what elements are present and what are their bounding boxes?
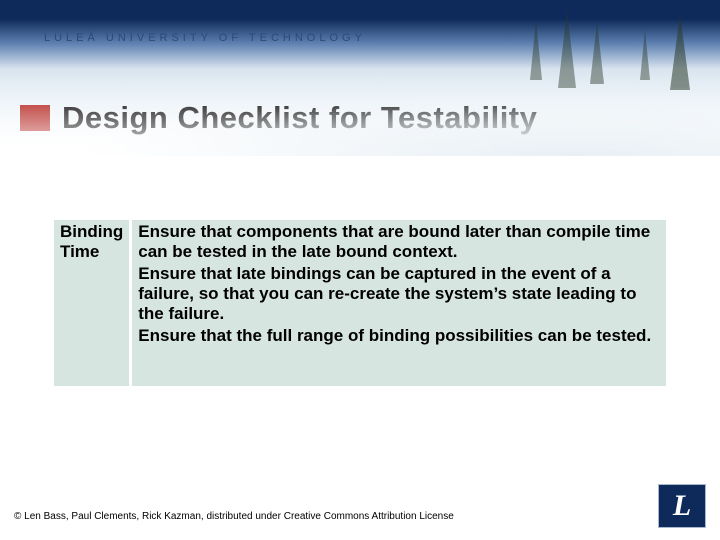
slide-title: Design Checklist for Testability: [62, 100, 537, 136]
tree-decoration: [590, 22, 604, 84]
university-name: LULEÅ UNIVERSITY OF TECHNOLOGY: [44, 32, 366, 44]
tree-decoration: [670, 14, 690, 90]
row-para: Ensure that the full range of binding po…: [138, 326, 660, 346]
row-para: Ensure that components that are bound la…: [138, 222, 660, 262]
logo-letter: L: [673, 489, 691, 523]
content-area: Binding Time Ensure that components that…: [54, 220, 666, 386]
tree-decoration: [530, 20, 542, 80]
table-row: [54, 352, 666, 386]
tree-decoration: [640, 30, 650, 80]
row-body: Ensure that components that are bound la…: [131, 220, 666, 352]
checklist-table: Binding Time Ensure that components that…: [54, 220, 666, 386]
table-row: Binding Time Ensure that components that…: [54, 220, 666, 352]
title-bullet: [20, 105, 50, 131]
row-para: Ensure that late bindings can be capture…: [138, 264, 660, 324]
tree-decoration: [558, 10, 576, 88]
university-logo: L: [658, 484, 706, 528]
title-row: Design Checklist for Testability: [20, 100, 700, 136]
header-banner: LULEÅ UNIVERSITY OF TECHNOLOGY Design Ch…: [0, 0, 720, 156]
footer-attribution: © Len Bass, Paul Clements, Rick Kazman, …: [14, 511, 454, 522]
row-label: Binding Time: [54, 220, 131, 352]
